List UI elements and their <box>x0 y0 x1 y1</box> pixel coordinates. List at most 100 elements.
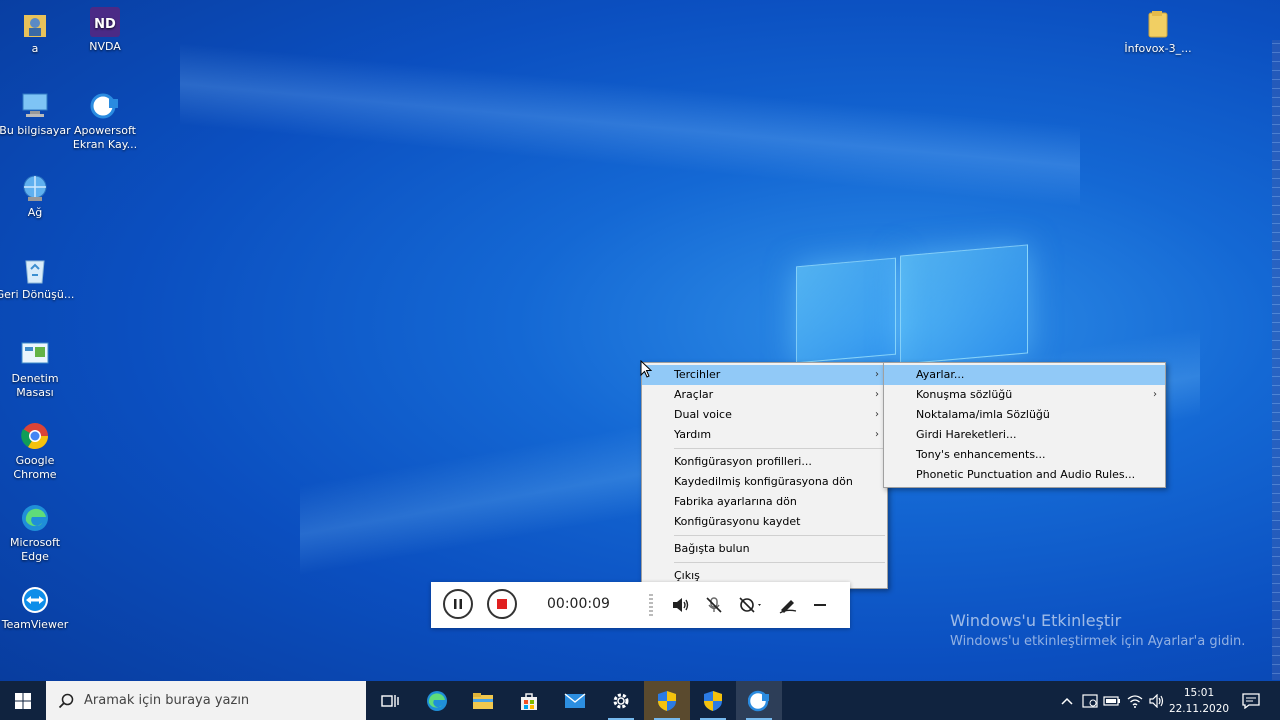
desktop-icon-nvda[interactable]: ND NVDA <box>65 6 145 54</box>
taskbar-mail[interactable] <box>552 681 598 720</box>
submenu-item-phonetic-punctuation[interactable]: Phonetic Punctuation and Audio Rules... <box>884 465 1165 485</box>
tray-volume-icon[interactable] <box>1146 681 1168 720</box>
desktop-icon-teamviewer[interactable]: TeamViewer <box>0 584 75 632</box>
menu-item-label: Girdi Hareketleri... <box>916 428 1017 441</box>
recording-timer: 00:00:09 <box>547 596 610 612</box>
menu-item-bagista-bulun[interactable]: Bağışta bulun <box>642 539 887 559</box>
recorder-icon <box>748 690 769 711</box>
minimize-icon <box>814 604 826 606</box>
microphone-off-button[interactable] <box>703 594 725 616</box>
pen-icon <box>779 600 797 614</box>
submenu-item-girdi-hareketleri[interactable]: Girdi Hareketleri... <box>884 425 1165 445</box>
taskbar-settings[interactable] <box>598 681 644 720</box>
chrome-icon <box>19 420 51 452</box>
desktop-icon-label: TeamViewer <box>1 618 69 631</box>
teamviewer-icon <box>19 584 51 616</box>
taskbar-edge[interactable] <box>414 681 460 720</box>
menu-item-fabrika-ayarlari[interactable]: Fabrika ayarlarına dön <box>642 492 887 512</box>
desktop-icon-user-folder[interactable]: a <box>0 8 75 56</box>
menu-item-label: Tercihler <box>674 368 721 381</box>
tray-battery-icon[interactable] <box>1101 681 1123 720</box>
taskbar-shield-app-1[interactable] <box>644 681 690 720</box>
menu-item-konfigurasyon-profilleri[interactable]: Konfigürasyon profilleri... <box>642 452 887 472</box>
menu-item-konfigurasyonu-kaydet[interactable]: Konfigürasyonu kaydet <box>642 512 887 532</box>
taskbar-file-explorer[interactable] <box>460 681 506 720</box>
pause-button[interactable] <box>443 589 473 619</box>
desktop-icon-control-panel[interactable]: Denetim Masası <box>0 338 75 400</box>
task-view-button[interactable] <box>367 681 413 720</box>
chevron-right-icon: › <box>875 369 879 380</box>
edge-icon <box>19 502 51 534</box>
menu-item-label: Kaydedilmiş konfigürasyona dön <box>674 475 853 488</box>
chevron-right-icon: › <box>1153 389 1157 400</box>
menu-item-yardim[interactable]: Yardım › <box>642 425 887 445</box>
tray-wifi-icon[interactable] <box>1124 681 1146 720</box>
desktop-icon-label: Geri Dönüşü... <box>0 288 75 301</box>
shield-icon <box>658 690 676 711</box>
desktop-icon-apowersoft[interactable]: Apowersoft Ekran Kay... <box>65 90 145 152</box>
taskbar-store[interactable] <box>506 681 552 720</box>
menu-item-label: Çıkış <box>674 569 700 582</box>
toolbar-drag-handle[interactable] <box>649 594 653 616</box>
taskbar-search-box[interactable]: Aramak için buraya yazın <box>46 681 366 720</box>
menu-separator <box>674 562 885 563</box>
desktop-icon-label: İnfovox-3_... <box>1124 42 1192 55</box>
menu-item-label: Noktalama/imla Sözlüğü <box>916 408 1050 421</box>
recycle-bin-icon <box>19 254 51 286</box>
stop-button[interactable] <box>487 589 517 619</box>
desktop-icon-folder[interactable]: İnfovox-3_... <box>1118 8 1198 56</box>
taskbar-shield-app-2[interactable] <box>690 681 736 720</box>
network-icon <box>19 172 51 204</box>
apowersoft-icon <box>89 90 121 122</box>
menu-item-kaydedilmis-konfigurasyon[interactable]: Kaydedilmiş konfigürasyona dön <box>642 472 887 492</box>
wifi-icon <box>1127 694 1143 708</box>
notification-icon <box>1242 692 1260 709</box>
minimize-button[interactable] <box>809 594 831 616</box>
desktop-icon-edge[interactable]: Microsoft Edge <box>0 502 75 564</box>
menu-item-label: Fabrika ayarlarına dön <box>674 495 797 508</box>
desktop-icon-recycle-bin[interactable]: Geri Dönüşü... <box>0 254 75 302</box>
menu-item-label: Konuşma sözlüğü <box>916 388 1013 401</box>
menu-item-label: Dual voice <box>674 408 732 421</box>
submenu-item-noktalama-sozlugu[interactable]: Noktalama/imla Sözlüğü <box>884 405 1165 425</box>
camera-off-dropdown[interactable] <box>737 594 765 616</box>
taskbar: Aramak için buraya yazın 15:01 22.11.202… <box>0 681 1280 720</box>
tray-overflow-button[interactable] <box>1056 681 1078 720</box>
annotate-pen-button[interactable] <box>777 594 799 616</box>
pause-icon <box>454 599 462 609</box>
desktop-icon-computer[interactable]: Bu bilgisayar <box>0 90 75 138</box>
menu-item-label: Phonetic Punctuation and Audio Rules... <box>916 468 1136 481</box>
speaker-button[interactable] <box>670 594 692 616</box>
desktop-icon-chrome[interactable]: Google Chrome <box>0 420 75 482</box>
svg-text:ND: ND <box>94 17 116 32</box>
start-button[interactable] <box>0 681 46 720</box>
task-view-icon <box>381 694 399 707</box>
defender-icon <box>1082 693 1098 708</box>
tercihler-submenu: Ayarlar... Konuşma sözlüğü › Noktalama/im… <box>883 362 1166 488</box>
file-explorer-icon <box>473 692 493 709</box>
menu-item-tercihler[interactable]: Tercihler › <box>642 365 887 385</box>
activation-watermark-subtitle: Windows'u etkinleştirmek için Ayarlar'a … <box>950 634 1246 649</box>
battery-icon <box>1103 695 1120 706</box>
taskbar-clock[interactable]: 15:01 22.11.2020 <box>1166 685 1232 717</box>
folder-icon <box>1142 8 1174 40</box>
search-icon <box>58 693 74 708</box>
menu-item-label: Konfigürasyon profilleri... <box>674 455 812 468</box>
submenu-item-ayarlar[interactable]: Ayarlar... <box>884 365 1165 385</box>
menu-separator <box>674 535 885 536</box>
menu-item-label: Yardım <box>674 428 712 441</box>
tray-security-icon[interactable] <box>1079 681 1101 720</box>
desktop-icon-network[interactable]: Ağ <box>0 172 75 220</box>
chevron-up-icon <box>1061 697 1073 705</box>
volume-icon <box>1149 693 1164 708</box>
chevron-right-icon: › <box>875 409 879 420</box>
menu-item-dual-voice[interactable]: Dual voice › <box>642 405 887 425</box>
menu-item-label: Araçlar <box>674 388 714 401</box>
submenu-item-konusma-sozlugu[interactable]: Konuşma sözlüğü › <box>884 385 1165 405</box>
notification-center-button[interactable] <box>1236 681 1266 720</box>
menu-item-araclar[interactable]: Araçlar › <box>642 385 887 405</box>
windows-logo-pane <box>900 244 1028 365</box>
taskbar-recorder[interactable] <box>736 681 782 720</box>
search-placeholder: Aramak için buraya yazın <box>84 693 250 708</box>
submenu-item-tonys-enhancements[interactable]: Tony's enhancements... <box>884 445 1165 465</box>
